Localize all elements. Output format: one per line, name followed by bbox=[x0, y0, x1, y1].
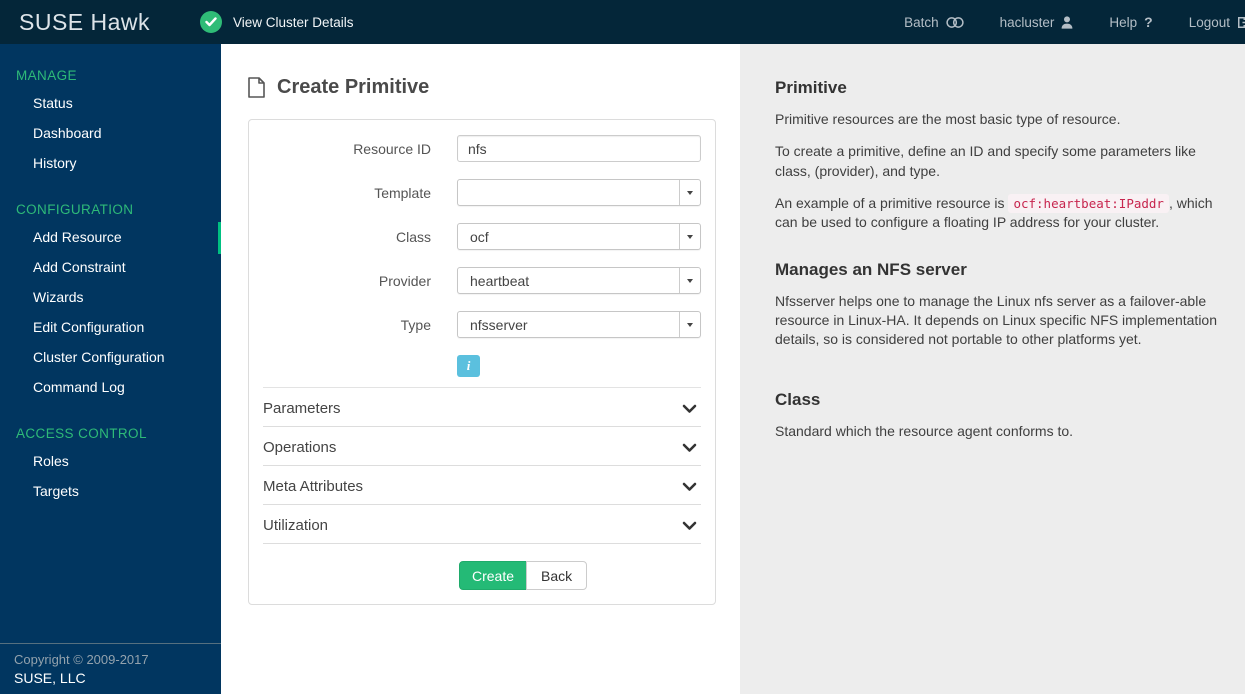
sidebar-section-manage: MANAGE Status Dashboard History bbox=[0, 44, 221, 178]
company-text: SUSE, LLC bbox=[14, 670, 86, 686]
help-class-title: Class bbox=[775, 389, 821, 409]
template-select[interactable] bbox=[457, 179, 701, 206]
accordion-list: Parameters Operations Meta Attributes Ut… bbox=[263, 387, 701, 544]
sidebar-item-history[interactable]: History bbox=[0, 148, 221, 178]
caret-down-icon bbox=[679, 268, 700, 293]
sidebar: MANAGE Status Dashboard History CONFIGUR… bbox=[0, 44, 224, 694]
check-circle-icon bbox=[200, 11, 222, 33]
batch-label: Batch bbox=[904, 14, 939, 30]
sidebar-item-status[interactable]: Status bbox=[0, 88, 221, 118]
chevron-down-icon bbox=[682, 482, 697, 492]
help-agent-body: Nfsserver helps one to manage the Linux … bbox=[775, 292, 1217, 348]
provider-select-value: heartbeat bbox=[470, 272, 530, 289]
help-primitive-title: Primitive bbox=[775, 78, 847, 97]
resource-id-row: Resource ID bbox=[263, 135, 701, 162]
logout-label: Logout bbox=[1188, 14, 1230, 30]
class-label: Class bbox=[395, 228, 431, 245]
sidebar-section-access-control: ACCESS CONTROL Roles Targets bbox=[0, 402, 221, 506]
back-button[interactable]: Back bbox=[526, 561, 588, 590]
batch-link[interactable]: Batch bbox=[904, 15, 964, 30]
caret-down-icon bbox=[679, 312, 700, 337]
user-label: hacluster bbox=[999, 14, 1055, 30]
accordion-parameters-label: Parameters bbox=[263, 400, 341, 417]
sidebar-item-cluster-configuration[interactable]: Cluster Configuration bbox=[0, 342, 221, 372]
sidebar-section-configuration: CONFIGURATION Add Resource Add Constrain… bbox=[0, 178, 224, 402]
sidebar-header-manage: MANAGE bbox=[16, 68, 77, 83]
help-primitive-p2: To create a primitive, define an ID and … bbox=[775, 143, 1196, 179]
help-label: Help bbox=[1109, 14, 1138, 30]
logout-link[interactable]: Logout bbox=[1189, 15, 1245, 30]
resource-id-input[interactable] bbox=[457, 135, 701, 162]
type-row: Type nfsserver bbox=[263, 311, 701, 338]
template-label: Template bbox=[374, 184, 431, 201]
chevron-down-icon bbox=[682, 404, 697, 414]
sidebar-item-wizards[interactable]: Wizards bbox=[0, 282, 221, 312]
create-button[interactable]: Create bbox=[459, 561, 528, 590]
help-section-agent: Manages an NFS server Nfsserver helps on… bbox=[775, 260, 1217, 350]
agent-info-row: i bbox=[457, 355, 701, 387]
accordion-meta-attributes[interactable]: Meta Attributes bbox=[263, 466, 701, 505]
sidebar-header-access-control: ACCESS CONTROL bbox=[16, 426, 147, 441]
resource-id-label: Resource ID bbox=[353, 140, 431, 157]
chevron-down-icon bbox=[682, 521, 697, 531]
caret-down-icon bbox=[679, 224, 700, 249]
sidebar-item-edit-configuration[interactable]: Edit Configuration bbox=[0, 312, 221, 342]
class-row: Class ocf bbox=[263, 223, 701, 250]
help-link[interactable]: Help ? bbox=[1109, 14, 1152, 30]
help-agent-title: Manages an NFS server bbox=[775, 259, 967, 279]
class-select[interactable]: ocf bbox=[457, 223, 701, 250]
topnav: Batch hacluster Help ? Logout bbox=[904, 14, 1245, 30]
document-icon bbox=[248, 77, 265, 98]
sidebar-item-add-constraint[interactable]: Add Constraint bbox=[0, 252, 221, 282]
help-section-class: Class Standard which the resource agent … bbox=[775, 390, 1217, 441]
provider-select[interactable]: heartbeat bbox=[457, 267, 701, 294]
question-mark-icon: ? bbox=[1144, 14, 1153, 30]
type-select[interactable]: nfsserver bbox=[457, 311, 701, 338]
class-select-value: ocf bbox=[470, 228, 489, 245]
info-icon[interactable]: i bbox=[457, 355, 480, 377]
form-actions: Create Back bbox=[263, 561, 701, 590]
help-section-primitive: Primitive Primitive resources are the mo… bbox=[775, 78, 1217, 233]
user-menu[interactable]: hacluster bbox=[1000, 15, 1074, 30]
sidebar-item-command-log[interactable]: Command Log bbox=[0, 372, 221, 402]
sidebar-footer: Copyright © 2009-2017 SUSE, LLC bbox=[0, 643, 221, 686]
help-panel: Primitive Primitive resources are the mo… bbox=[740, 44, 1245, 694]
help-primitive-p1: Primitive resources are the most basic t… bbox=[775, 111, 1121, 127]
main-content: Create Primitive Resource ID Template bbox=[221, 44, 740, 694]
type-select-value: nfsserver bbox=[470, 316, 528, 333]
topbar: SUSE Hawk View Cluster Details Batch hac… bbox=[0, 0, 1245, 44]
sign-out-icon bbox=[1237, 16, 1245, 29]
help-primitive-p3: An example of a primitive resource is oc… bbox=[775, 193, 1213, 231]
chevron-down-icon bbox=[682, 443, 697, 453]
create-primitive-form: Resource ID Template Class bbox=[248, 119, 716, 605]
user-icon bbox=[1061, 15, 1073, 29]
accordion-meta-attributes-label: Meta Attributes bbox=[263, 478, 364, 495]
sidebar-item-roles[interactable]: Roles bbox=[0, 446, 221, 476]
accordion-parameters[interactable]: Parameters bbox=[263, 388, 701, 427]
brand-logo: SUSE Hawk bbox=[19, 8, 151, 35]
page-title: Create Primitive bbox=[248, 76, 740, 99]
sidebar-item-add-resource[interactable]: Add Resource bbox=[0, 222, 224, 254]
app-window: SUSE Hawk View Cluster Details Batch hac… bbox=[0, 0, 1245, 694]
accordion-utilization[interactable]: Utilization bbox=[263, 505, 701, 544]
sidebar-item-dashboard[interactable]: Dashboard bbox=[0, 118, 221, 148]
help-class-body: Standard which the resource agent confor… bbox=[775, 422, 1074, 439]
page-title-label: Create Primitive bbox=[277, 76, 430, 98]
template-row: Template bbox=[263, 179, 701, 206]
copyright-text: Copyright © 2009-2017 bbox=[14, 652, 149, 667]
sidebar-item-targets[interactable]: Targets bbox=[0, 476, 221, 506]
accordion-utilization-label: Utilization bbox=[263, 517, 329, 534]
sidebar-header-configuration: CONFIGURATION bbox=[16, 202, 134, 217]
view-cluster-details-label: View Cluster Details bbox=[233, 14, 354, 30]
type-label: Type bbox=[400, 316, 431, 333]
code-snippet: ocf:heartbeat:IPaddr bbox=[1008, 193, 1169, 213]
provider-row: Provider heartbeat bbox=[263, 267, 701, 294]
accordion-operations[interactable]: Operations bbox=[263, 427, 701, 466]
provider-label: Provider bbox=[378, 272, 431, 289]
accordion-operations-label: Operations bbox=[263, 439, 337, 456]
batch-icon bbox=[945, 16, 964, 29]
caret-down-icon bbox=[679, 180, 700, 205]
view-cluster-details-link[interactable]: View Cluster Details bbox=[200, 11, 354, 33]
